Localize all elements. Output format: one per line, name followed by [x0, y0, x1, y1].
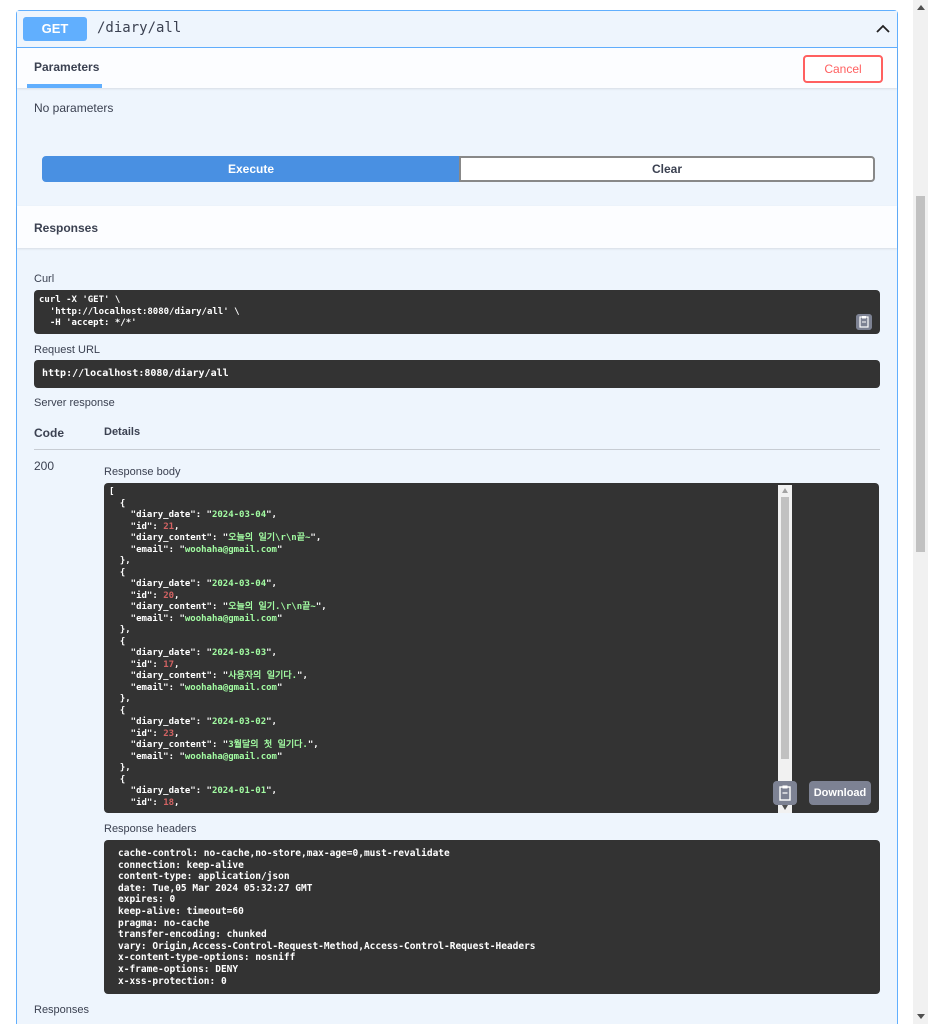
- response-headers-label: Response headers: [104, 823, 197, 835]
- request-url: http://localhost:8080/diary/all: [42, 368, 229, 379]
- request-url-block[interactable]: http://localhost:8080/diary/all: [34, 360, 880, 388]
- opblock-summary[interactable]: GET /diary/all: [17, 11, 897, 48]
- response-body-scrollbar[interactable]: [778, 485, 792, 813]
- method-badge: GET: [23, 17, 87, 41]
- details-column-header: Details: [104, 426, 141, 438]
- chevron-up-icon[interactable]: [875, 21, 891, 37]
- response-body-json: [ { "diary_date": "2024-03-04", "id": 21…: [109, 487, 327, 808]
- tab-active-indicator: [27, 84, 102, 88]
- responses-title: Responses: [34, 221, 99, 235]
- scroll-down-arrow-icon[interactable]: [782, 805, 788, 810]
- response-body-block[interactable]: [ { "diary_date": "2024-03-04", "id": 21…: [104, 483, 879, 813]
- endpoint-path: /diary/all: [97, 20, 182, 36]
- tab-parameters[interactable]: Parameters: [34, 60, 99, 74]
- no-parameters-text: No parameters: [34, 101, 114, 115]
- status-code: 200: [34, 459, 55, 473]
- response-body-label: Response body: [104, 466, 181, 478]
- page-scroll-up-icon[interactable]: [917, 5, 925, 10]
- copy-icon[interactable]: [773, 781, 797, 805]
- responses-header: Responses: [17, 206, 897, 248]
- page-scroll-thumb[interactable]: [916, 196, 925, 552]
- request-url-label: Request URL: [34, 344, 101, 356]
- copy-icon[interactable]: [856, 314, 872, 330]
- clear-button[interactable]: Clear: [459, 156, 875, 182]
- responses-bottom-title: Responses: [34, 1004, 90, 1016]
- page-scrollbar[interactable]: [913, 0, 928, 1024]
- cancel-button[interactable]: Cancel: [803, 55, 883, 83]
- execute-button[interactable]: Execute: [42, 156, 460, 182]
- curl-command: curl -X 'GET' \ 'http://localhost:8080/d…: [39, 295, 240, 328]
- code-column-header: Code: [34, 426, 64, 440]
- server-response-label: Server response: [34, 397, 115, 409]
- scroll-thumb[interactable]: [781, 497, 789, 759]
- execute-wrapper: Execute Clear: [42, 156, 875, 182]
- response-table-header: Code Details: [34, 421, 880, 450]
- parameters-header: Parameters Cancel: [17, 48, 897, 88]
- download-button[interactable]: Download: [809, 781, 871, 805]
- swagger-page: GET /diary/all Parameters Cancel No para…: [0, 0, 913, 1024]
- response-headers-block[interactable]: cache-control: no-cache,no-store,max-age…: [104, 840, 880, 994]
- curl-label: Curl: [34, 273, 55, 285]
- page-scroll-down-icon[interactable]: [917, 1014, 925, 1019]
- response-headers-text: cache-control: no-cache,no-store,max-age…: [118, 848, 536, 987]
- scroll-up-arrow-icon[interactable]: [782, 488, 788, 493]
- curl-code-block[interactable]: curl -X 'GET' \ 'http://localhost:8080/d…: [34, 290, 880, 334]
- opblock-get-diary-all: GET /diary/all Parameters Cancel No para…: [16, 10, 898, 1024]
